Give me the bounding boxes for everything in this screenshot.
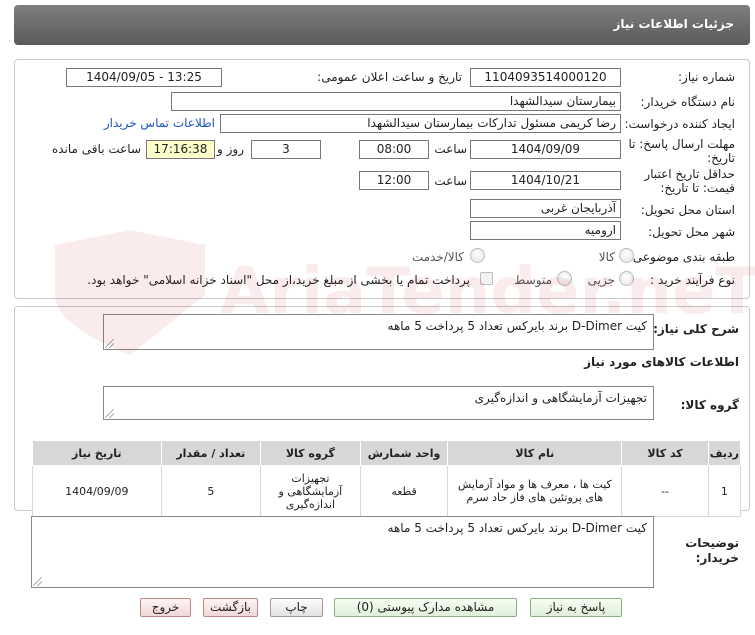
buyer-notes-label-1: توضیحات — [685, 536, 739, 550]
buyer-org-label: نام دستگاه خریدار: — [640, 95, 736, 109]
validity-label-2: قیمت: تا تاریخ: — [660, 181, 735, 195]
deadline-label-2: تاریخ: — [707, 151, 735, 165]
goods-group-value: تجهیزات آزمایشگاهی و اندازه‌گیری — [474, 391, 647, 405]
page-title: جزئیات اطلاعات نیاز — [613, 17, 734, 31]
col-code: کد کالا — [621, 440, 709, 466]
process-medium-label: متوسط — [514, 273, 552, 287]
need-number-field: 1104093514000120 — [470, 68, 621, 87]
requester-label: ایجاد کننده درخواست: — [624, 117, 735, 131]
province-label: استان محل تحویل: — [640, 203, 735, 217]
goods-group-label: گروه کالا: — [680, 398, 739, 412]
province-field: آذربایجان غربی — [470, 199, 621, 218]
remaining-time-label: ساعت باقی مانده — [51, 142, 141, 156]
cell-row: 1 — [707, 465, 742, 517]
category-label: طبقه بندی موضوعی: — [628, 250, 735, 264]
print-button[interactable]: چاپ — [270, 598, 323, 617]
cell-code: -- — [621, 465, 709, 517]
summary-label: شرح کلی نیاز: — [653, 322, 739, 336]
announce-date-field: 1404/09/05 - 13:25 — [66, 68, 222, 87]
col-group: گروه کالا — [260, 440, 361, 466]
treasury-checkbox[interactable] — [480, 272, 493, 285]
col-unit: واحد شمارش — [359, 440, 449, 466]
goods-section-title: اطلاعات کالاهای مورد نیاز — [584, 355, 739, 369]
col-date: تاریخ نیاز — [32, 440, 162, 466]
validity-time-label: ساعت — [434, 174, 467, 188]
cell-name: کیت ها ، معرف ها و مواد آزمایش های پروتئ… — [447, 465, 623, 517]
exit-button[interactable]: خروج — [140, 598, 191, 617]
resize-grip-icon[interactable] — [33, 577, 42, 586]
deadline-label-1: مهلت ارسال پاسخ: تا — [628, 137, 735, 151]
validity-date-field: 1404/10/21 — [470, 171, 621, 190]
remaining-time-field: 17:16:38 — [146, 140, 215, 159]
resize-grip-icon[interactable] — [105, 409, 114, 418]
need-number-label: شماره نیاز: — [678, 70, 735, 84]
buyer-notes-label-2: خریدار: — [695, 551, 739, 565]
category-goods-service-label: کالا/خدمت — [411, 250, 464, 264]
cell-date: 1404/09/09 — [32, 465, 162, 517]
process-type-label: نوع فرآیند خرید : — [650, 273, 735, 287]
requester-field: رضا کریمی مسئول تدارکات بیمارستان سیدالش… — [220, 114, 621, 133]
days-remaining-field: 3 — [251, 140, 321, 159]
city-field: ارومیه — [470, 221, 621, 240]
items-table-header: ردیف کد کالا نام کالا واحد شمارش گروه کا… — [32, 440, 742, 466]
cell-group: تجهیزات آزمایشگاهی و اندازه‌گیری — [260, 465, 361, 517]
buyer-org-field: بیمارستان سیدالشهدا — [171, 92, 621, 111]
page-header: جزئیات اطلاعات نیاز — [14, 5, 750, 45]
table-row: 1 -- کیت ها ، معرف ها و مواد آزمایش های … — [32, 465, 742, 517]
city-label: شهر محل تحویل: — [648, 225, 735, 239]
col-row: ردیف — [707, 440, 742, 466]
buyer-notes-field: کیت D-Dimer برند بایرکس تعداد 5 پرداخت 5… — [31, 516, 654, 588]
deadline-time-label: ساعت — [434, 142, 467, 156]
col-name: نام کالا — [447, 440, 623, 466]
buyer-contact-link[interactable]: اطلاعات تماس خریدار — [104, 116, 215, 130]
col-qty: تعداد / مقدار — [160, 440, 262, 466]
summary-text-value: کیت D-Dimer برند بایرکس تعداد 5 پرداخت 5… — [387, 319, 647, 333]
reply-button[interactable]: پاسخ به نیاز — [530, 598, 622, 617]
buyer-notes-value: کیت D-Dimer برند بایرکس تعداد 5 پرداخت 5… — [387, 521, 647, 535]
announce-date-label: تاریخ و ساعت اعلان عمومی: — [317, 70, 462, 84]
deadline-time-field: 08:00 — [359, 140, 429, 159]
attachments-button[interactable]: مشاهده مدارک پیوستی (0) — [334, 598, 517, 617]
goods-group-field: تجهیزات آزمایشگاهی و اندازه‌گیری — [103, 386, 654, 420]
category-goods-radio[interactable] — [619, 248, 634, 263]
deadline-date-field: 1404/09/09 — [470, 140, 621, 159]
items-table: ردیف کد کالا نام کالا واحد شمارش گروه کا… — [32, 440, 742, 517]
treasury-note: پرداخت تمام یا بخشی از مبلغ خرید،از محل … — [87, 273, 470, 287]
days-label: روز و — [217, 142, 244, 156]
resize-grip-icon[interactable] — [105, 339, 114, 348]
validity-label-1: حداقل تاریخ اعتبار — [644, 167, 735, 181]
category-goods-service-radio[interactable] — [470, 248, 485, 263]
cell-qty: 5 — [160, 465, 262, 517]
category-goods-label: کالا — [598, 250, 615, 264]
validity-time-field: 12:00 — [359, 171, 429, 190]
process-minor-label: جزیی — [587, 273, 615, 287]
summary-text: کیت D-Dimer برند بایرکس تعداد 5 پرداخت 5… — [103, 314, 654, 350]
process-medium-radio[interactable] — [557, 271, 572, 286]
cell-unit: قطعه — [359, 465, 449, 517]
process-minor-radio[interactable] — [619, 271, 634, 286]
back-button[interactable]: بازگشت — [203, 598, 258, 617]
